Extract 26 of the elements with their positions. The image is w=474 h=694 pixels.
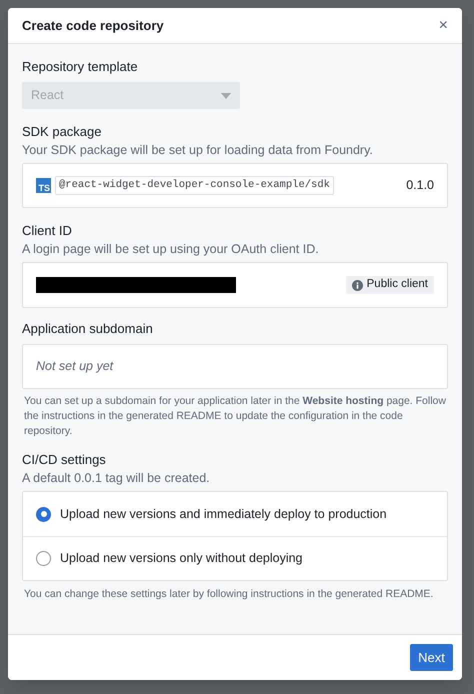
package-name: @react-widget-developer-console-example/sdk	[55, 176, 334, 196]
section-label: Application subdomain	[22, 320, 154, 338]
typescript-icon: TS	[36, 178, 51, 193]
section-label: SDK package	[22, 123, 102, 141]
next-button[interactable]: Next	[410, 644, 453, 671]
cicd-help: You can change these settings later by following instructions in the generated README.	[23, 587, 434, 602]
radio-button[interactable]	[36, 551, 51, 566]
option-label: Upload new versions and immediately deploy to production	[60, 506, 387, 523]
radio-option[interactable]: Upload new versions and immediately deploy to production	[23, 492, 447, 536]
dialog-title: Create code repository	[22, 16, 164, 35]
option-label: Upload new versions only without deploying	[60, 550, 303, 568]
section-description: Your SDK package will be set up for loading data from Foundry.	[22, 142, 374, 159]
caret-icon	[221, 92, 231, 98]
section-label: CI/CD settings	[22, 451, 107, 469]
tag-label: Public client	[366, 277, 428, 292]
radio-option[interactable]: Upload new versions only without deploying	[23, 536, 447, 580]
package-version: 0.1.0	[406, 177, 434, 194]
close-button[interactable]: ×	[438, 18, 448, 34]
section-label: Repository template	[22, 58, 139, 76]
subdomain-help: You can set up a subdomain for your application later in the Website hosting page. Follow the instructions in the generated README to update the configuration in the code repository.	[23, 394, 447, 439]
radio-button[interactable]	[36, 506, 51, 522]
subdomain-field[interactable]: Not set up yet	[22, 344, 448, 389]
info-icon	[352, 280, 363, 290]
section-label: Client ID	[22, 222, 73, 240]
section-description: A default 0.0.1 tag will be created.	[22, 470, 211, 487]
section-description: A login page will be set up using your OAuth client ID.	[22, 241, 320, 258]
